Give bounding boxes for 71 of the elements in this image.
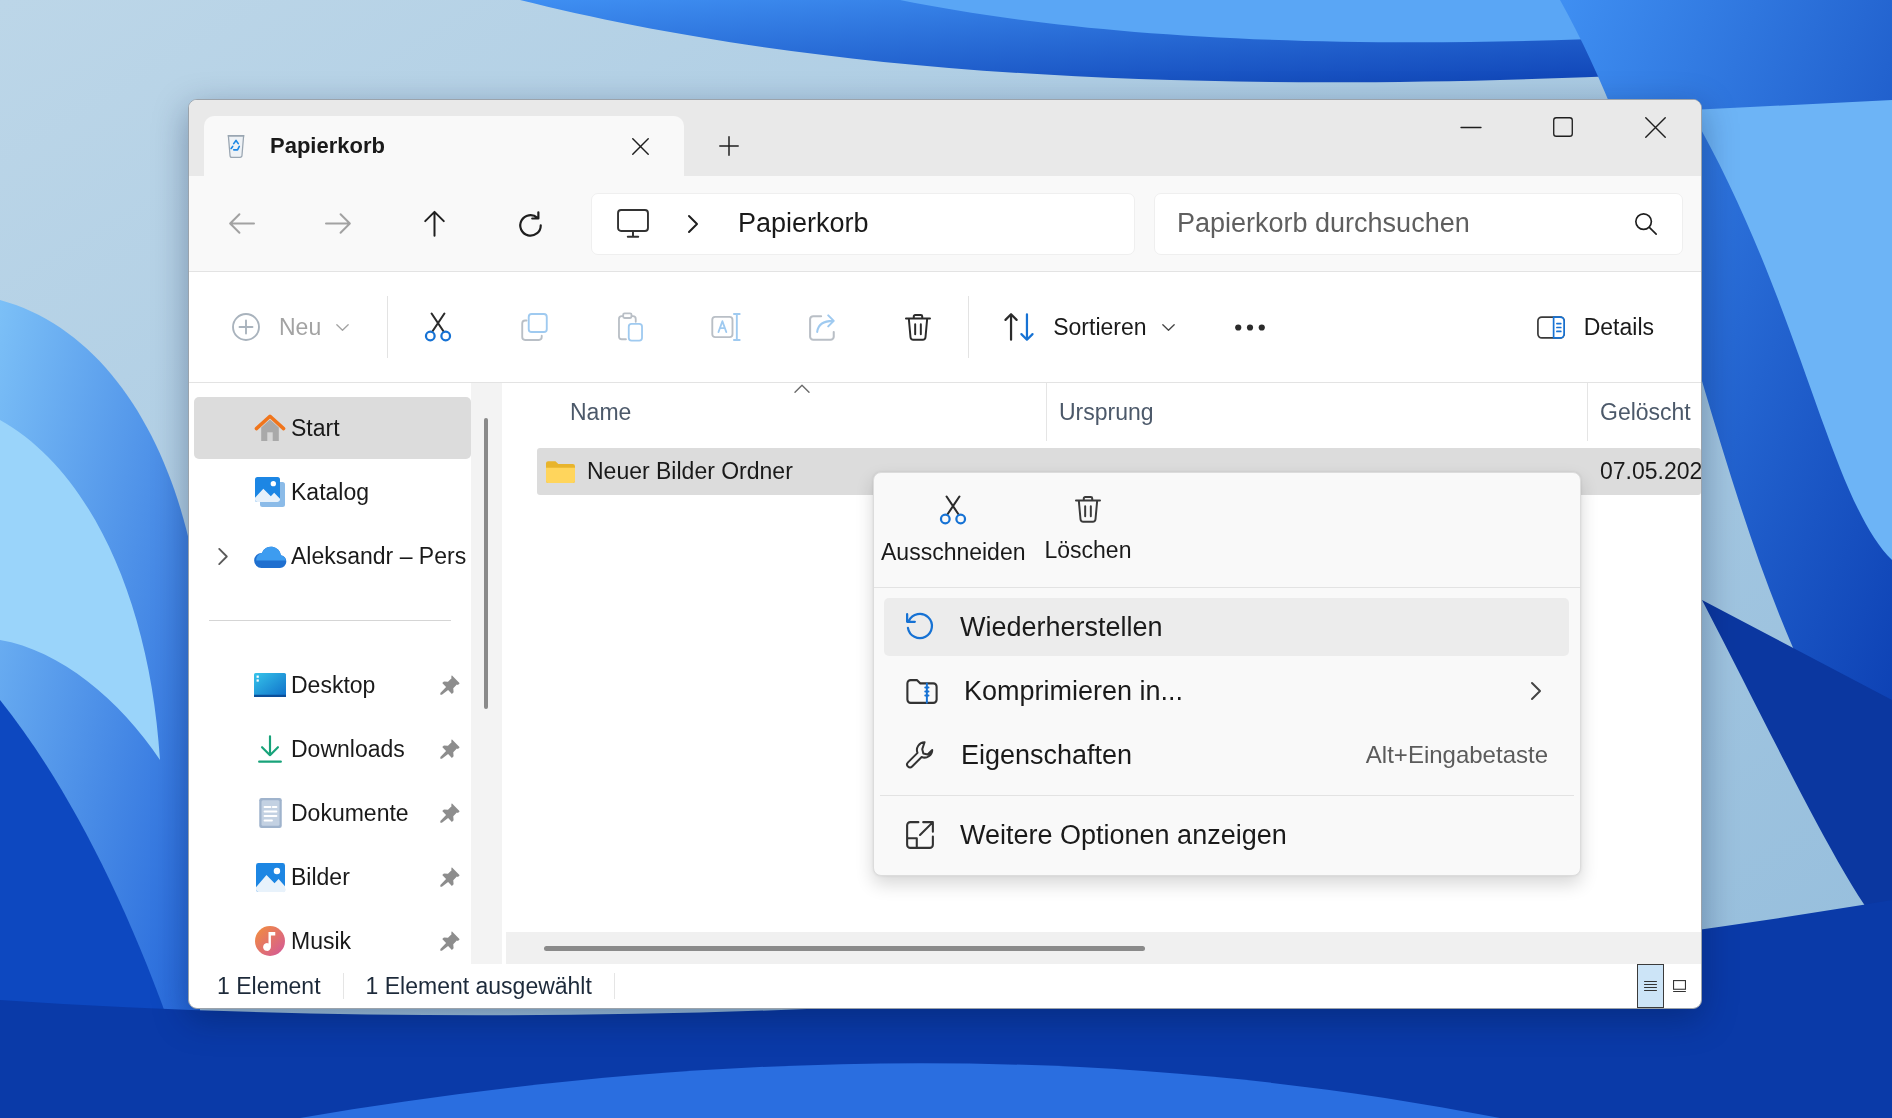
zip-folder-icon: [906, 678, 938, 704]
cloud-icon: [253, 544, 287, 568]
details-button[interactable]: Details: [1522, 299, 1671, 355]
tiles-view-icon: [1673, 980, 1686, 992]
download-arrow-icon: [258, 735, 282, 763]
maximize-icon: [1553, 117, 1573, 137]
scrollbar-thumb[interactable]: [484, 418, 488, 709]
rename-icon: [711, 313, 742, 341]
sidebar-item[interactable]: Desktop: [194, 654, 471, 716]
refresh-icon: [518, 210, 542, 237]
clipboard-icon: [617, 312, 643, 342]
chevron-down-icon: [1161, 323, 1175, 331]
copy-icon: [520, 313, 548, 341]
sidebar-item[interactable]: Downloads: [194, 718, 471, 780]
column-header[interactable]: Name: [537, 383, 1046, 441]
monitor-icon: [617, 209, 649, 238]
sidebar-item[interactable]: Dokumente: [194, 782, 471, 844]
plus-circle-icon: [232, 313, 260, 341]
shortcut-label: Alt+Eingabetaste: [1365, 741, 1548, 769]
trash-icon: [1075, 496, 1101, 523]
plus-icon: [719, 136, 739, 156]
music-note-icon: [255, 926, 285, 956]
menu-item[interactable]: Komprimieren in...: [884, 662, 1569, 720]
share-icon: [809, 313, 836, 341]
search-icon: [1635, 212, 1657, 235]
scissors-icon: [425, 312, 452, 342]
folder-icon: [546, 460, 575, 483]
scissors-icon: [940, 494, 967, 525]
chevron-down-icon: [336, 323, 350, 331]
minimize-icon: [1460, 125, 1482, 129]
sidebar-item[interactable]: Bilder: [194, 846, 471, 908]
box-arrow-icon: [906, 821, 934, 849]
sort-button[interactable]: Sortieren: [995, 299, 1187, 355]
details-view-button[interactable]: [1637, 964, 1664, 1008]
chevron-right-icon: [688, 214, 698, 233]
monitor-screen-icon: [254, 673, 286, 697]
undo-arrow-icon: [906, 613, 934, 641]
trash-icon: [905, 313, 932, 341]
gallery-icon: [255, 477, 285, 507]
menu-item[interactable]: Weitere Optionen anzeigen: [884, 806, 1569, 864]
menu-item[interactable]: Eigenschaften Alt+Eingabetaste: [884, 726, 1569, 784]
close-icon: [631, 137, 649, 155]
address-bar[interactable]: Papierkorb: [591, 192, 1135, 255]
details-view-icon: [1644, 981, 1657, 991]
recycle-bin-icon: [227, 134, 245, 158]
details-pane-icon: [1536, 315, 1565, 339]
search-field[interactable]: Papierkorb durchsuchen: [1154, 192, 1683, 255]
menu-item[interactable]: Wiederherstellen: [884, 598, 1569, 656]
tab[interactable]: Papierkorb: [204, 116, 684, 176]
file-name: Neuer Bilder Ordner: [587, 458, 793, 485]
sidebar-item[interactable]: Start: [194, 397, 471, 459]
status-text: 1 Element ausgewählt: [365, 972, 592, 1000]
sidebar-item[interactable]: Aleksandr – Pers: [194, 525, 471, 587]
more-dots-icon: [1234, 323, 1265, 331]
column-header[interactable]: Gelöscht: [1587, 383, 1701, 441]
sort-arrows-icon: [1004, 313, 1035, 341]
arrow-up-icon: [423, 210, 445, 237]
sidebar-item[interactable]: Musik: [194, 910, 471, 964]
picture-icon: [255, 862, 285, 892]
arrow-left-icon: [229, 213, 255, 234]
arrow-right-icon: [325, 213, 351, 234]
document-icon: [258, 798, 282, 828]
wrench-icon: [906, 741, 935, 769]
breadcrumb-item[interactable]: Papierkorb: [734, 204, 873, 243]
close-icon: [1644, 116, 1666, 138]
scrollbar-thumb[interactable]: [544, 945, 1145, 951]
deleted-date: 07.05.202: [1600, 458, 1701, 485]
house-icon: [254, 414, 286, 442]
sidebar-item[interactable]: Katalog: [194, 461, 471, 523]
column-header[interactable]: Ursprung: [1046, 383, 1587, 441]
status-text: 1 Element: [217, 972, 321, 1000]
